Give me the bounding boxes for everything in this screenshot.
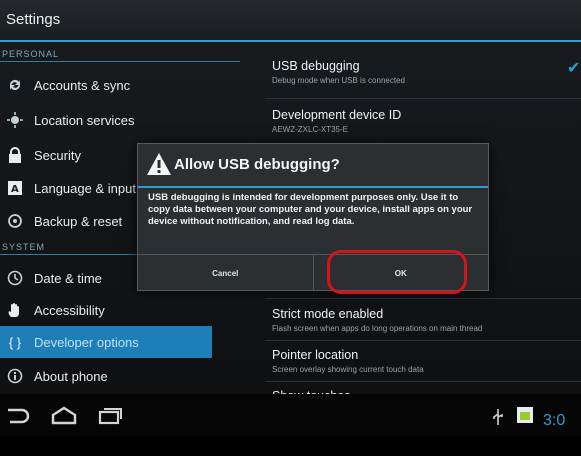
warning-icon	[146, 152, 174, 178]
divider	[265, 381, 581, 382]
action-bar: Settings	[0, 0, 581, 42]
setting-title: Development device ID	[272, 108, 402, 122]
sidebar-item-label: Backup & reset	[34, 213, 123, 229]
sidebar-item-label: Location services	[34, 112, 135, 128]
sidebar-item-accounts-sync[interactable]: Accounts & sync	[0, 69, 210, 101]
dialog-title: Allow USB debugging?	[174, 156, 340, 173]
divider	[265, 298, 581, 299]
language-icon: A	[6, 179, 24, 197]
section-header-personal: PERSONAL	[0, 49, 240, 62]
setting-pointer-location[interactable]: Pointer location Screen overlay showing …	[272, 348, 572, 374]
setting-strict-mode[interactable]: Strict mode enabled Flash screen when ap…	[272, 307, 572, 333]
setting-summary: Screen overlay showing current touch dat…	[272, 365, 424, 374]
braces-icon: { }	[8, 334, 22, 350]
sidebar-item-developer-options[interactable]: { } Developer options	[0, 326, 212, 358]
back-icon[interactable]	[4, 406, 34, 426]
info-icon	[6, 367, 24, 385]
setting-summary: AEWZ-ZXLC-XT35-E	[272, 125, 349, 134]
sidebar-item-label: About phone	[34, 368, 108, 384]
home-icon[interactable]	[50, 406, 80, 426]
divider	[265, 340, 581, 341]
app-title: Settings	[6, 11, 61, 28]
system-bar	[0, 394, 581, 436]
checkbox-checked-icon[interactable]: ✔	[567, 58, 580, 78]
cancel-button[interactable]: Cancel	[138, 255, 313, 291]
divider	[265, 98, 581, 99]
ok-highlight-annotation	[327, 250, 467, 294]
setting-title: USB debugging	[272, 59, 360, 73]
backup-icon	[6, 212, 24, 230]
setting-development-device-id: Development device ID AEWZ-ZXLC-XT35-E	[272, 108, 572, 134]
android-debug-icon	[516, 406, 546, 426]
dialog-header: Allow USB debugging?	[138, 144, 488, 188]
sidebar-item-label: Developer options	[34, 334, 139, 350]
dialog-message: USB debugging is intended for developmen…	[148, 192, 473, 227]
svg-text:A: A	[11, 184, 19, 195]
settings-screen: Settings PERSONAL Accounts & sync Locati…	[0, 0, 581, 410]
sidebar-item-label: Accessibility	[34, 302, 105, 318]
sync-icon	[6, 76, 24, 94]
recent-apps-icon[interactable]	[96, 406, 126, 426]
lock-icon	[6, 146, 24, 164]
sidebar-item-accessibility[interactable]: Accessibility	[0, 294, 210, 326]
sidebar-item-label: Language & input	[34, 180, 136, 196]
clock-time: 3:0	[543, 412, 566, 429]
setting-summary: Flash screen when apps do long operation…	[272, 324, 483, 333]
clock-icon	[6, 269, 24, 287]
setting-summary: Debug mode when USB is connected	[272, 76, 405, 85]
sidebar-item-label: Date & time	[34, 270, 102, 286]
location-icon	[6, 111, 24, 129]
setting-title: Strict mode enabled	[272, 307, 384, 321]
setting-usb-debugging[interactable]: USB debugging Debug mode when USB is con…	[272, 59, 572, 85]
sidebar-item-label: Security	[34, 147, 81, 163]
setting-title: Pointer location	[272, 348, 359, 362]
sidebar-item-location-services[interactable]: Location services	[0, 104, 210, 136]
sidebar-item-about-phone[interactable]: About phone	[0, 360, 210, 392]
sidebar-item-label: Accounts & sync	[34, 77, 131, 93]
hand-icon	[6, 301, 24, 319]
